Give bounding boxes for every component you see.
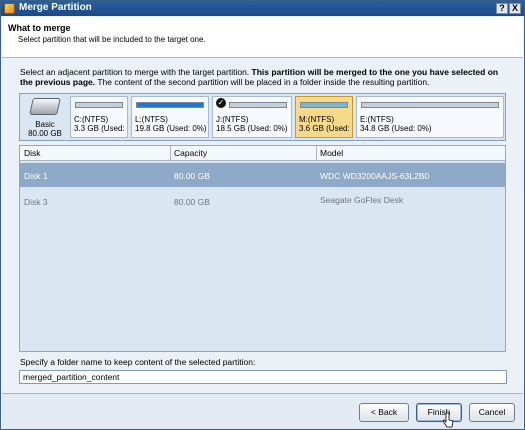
row-disk: Disk 3: [24, 197, 48, 207]
disk-map: Basic 80.00 GB C:(NTFS) 3.3 GB (Used: L:(N…: [19, 93, 506, 141]
folder-name-input[interactable]: [19, 370, 507, 384]
description-part1: Select an adjacent partition to merge wi…: [20, 67, 252, 77]
row-model: Seagate GoFlex Desk: [320, 195, 404, 205]
check-mark-icon: ✓: [216, 98, 226, 108]
merge-description: Select an adjacent partition to merge wi…: [20, 67, 500, 87]
partition-usage-bar: [136, 102, 204, 108]
back-button[interactable]: < Back: [359, 403, 409, 422]
cancel-button[interactable]: Cancel: [469, 403, 515, 422]
table-row[interactable]: Disk 3 80.00 GB Seagate GoFlex Desk: [20, 189, 505, 213]
table-row[interactable]: Disk 1 80.00 GB WDC WD3200AAJS-63L2B0: [20, 163, 505, 187]
disk-table: Disk Capacity Model Disk 1 80.00 GB WDC …: [19, 145, 506, 352]
partition-size: 3.6 GB (Used:: [299, 124, 350, 133]
hard-disk-icon: [29, 98, 61, 115]
close-button[interactable]: X: [509, 3, 521, 14]
disk-type-label: Basic: [35, 120, 55, 129]
partition-j[interactable]: ✓ J:(NTFS) 18.5 GB (Used: 0%): [212, 96, 292, 138]
partition-label: J:(NTFS): [216, 115, 249, 124]
partition-l[interactable]: L:(NTFS) 19.8 GB (Used: 0%): [131, 96, 209, 138]
row-capacity: 80.00 GB: [174, 171, 210, 181]
partition-size: 34.8 GB (Used: 0%): [360, 124, 432, 133]
row-capacity: 80.00 GB: [174, 197, 210, 207]
title-bar: Merge Partition ? X: [1, 1, 524, 16]
partition-label: E:(NTFS): [360, 115, 394, 124]
column-header-capacity[interactable]: Capacity: [174, 148, 207, 158]
partition-label: C:(NTFS): [74, 115, 109, 124]
partition-usage-bar: [75, 102, 123, 108]
partition-c[interactable]: C:(NTFS) 3.3 GB (Used:: [70, 96, 128, 138]
column-header-model[interactable]: Model: [320, 148, 343, 158]
partition-usage-bar: [300, 102, 348, 108]
partition-label: M:(NTFS): [299, 115, 335, 124]
header-title: What to merge: [8, 23, 71, 33]
header-subtitle: Select partition that will be included t…: [18, 35, 206, 44]
table-header: Disk Capacity Model: [20, 146, 505, 161]
pointer-cursor-icon: [443, 412, 454, 428]
row-disk: Disk 1: [24, 171, 48, 181]
partition-size: 19.8 GB (Used: 0%): [135, 124, 207, 133]
partition-e[interactable]: E:(NTFS) 34.8 GB (Used: 0%): [356, 96, 504, 138]
column-divider[interactable]: [316, 146, 317, 160]
partition-size: 3.3 GB (Used:: [74, 124, 125, 133]
description-part2: The content of the second partition will…: [95, 77, 430, 87]
partition-size: 18.5 GB (Used: 0%): [216, 124, 288, 133]
disk-size-label: 80.00 GB: [28, 129, 62, 138]
app-icon: [4, 3, 15, 14]
column-header-disk[interactable]: Disk: [24, 148, 41, 158]
merge-partition-window: Merge Partition ? X What to merge Select…: [0, 0, 525, 430]
partition-m[interactable]: M:(NTFS) 3.6 GB (Used:: [295, 96, 353, 138]
wizard-header: What to merge Select partition that will…: [2, 17, 523, 58]
partition-label: L:(NTFS): [135, 115, 168, 124]
disk-info: Basic 80.00 GB: [21, 95, 69, 139]
column-divider[interactable]: [170, 146, 171, 160]
finish-button[interactable]: Finish: [416, 403, 462, 422]
partition-usage-bar: [361, 102, 499, 108]
window-title: Merge Partition: [19, 2, 92, 13]
help-button[interactable]: ?: [496, 3, 508, 14]
partition-usage-bar: [229, 102, 287, 108]
row-model: WDC WD3200AAJS-63L2B0: [320, 171, 430, 181]
folder-name-label: Specify a folder name to keep content of…: [20, 357, 256, 367]
